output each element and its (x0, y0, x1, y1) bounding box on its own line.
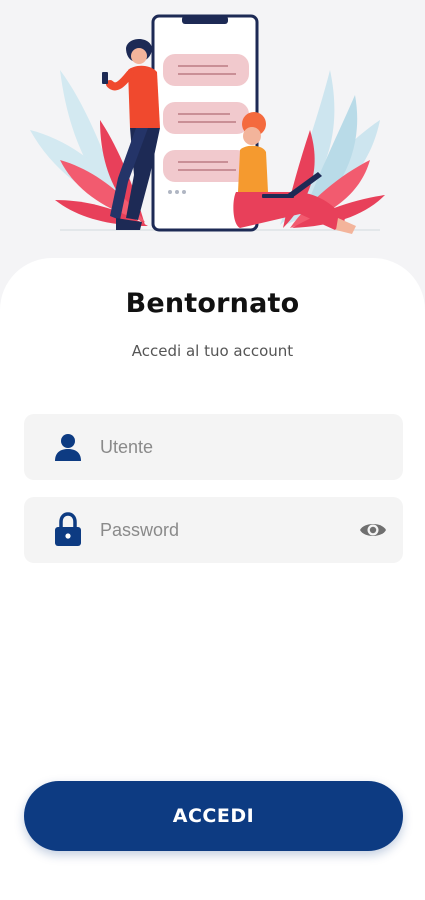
hero-illustration (0, 0, 425, 262)
eye-icon[interactable] (359, 518, 387, 542)
page-subtitle: Accedi al tuo account (131, 342, 294, 360)
illustration-chat-people (30, 14, 385, 234)
password-field[interactable] (24, 497, 403, 563)
username-field[interactable] (24, 414, 403, 480)
username-input[interactable] (100, 414, 350, 480)
page-title: Bentornato (125, 288, 300, 319)
login-button[interactable]: ACCEDI (24, 781, 403, 851)
lock-icon (55, 512, 81, 546)
password-input[interactable] (100, 497, 350, 563)
user-icon (55, 434, 81, 461)
